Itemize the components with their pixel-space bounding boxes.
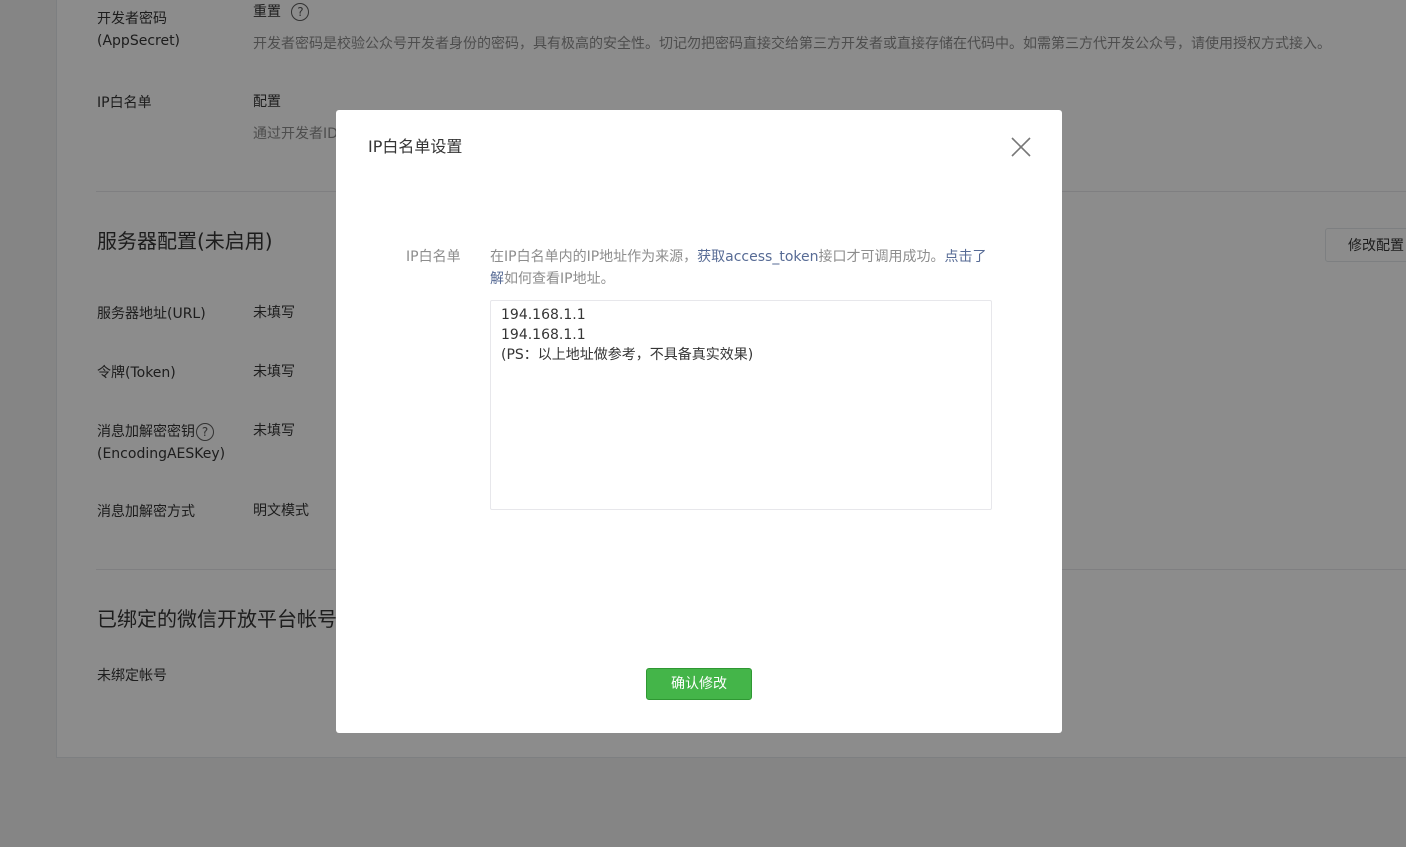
close-icon-svg bbox=[1011, 137, 1031, 157]
form-tips: 在IP白名单内的IP地址作为来源，获取access_token接口才可调用成功。… bbox=[490, 246, 990, 290]
close-icon[interactable] bbox=[1008, 134, 1034, 160]
confirm-button[interactable]: 确认修改 bbox=[646, 668, 752, 700]
access-token-link[interactable]: 获取access_token bbox=[697, 249, 818, 265]
form-label: IP白名单 bbox=[406, 249, 461, 265]
tips-text: 如何查看IP地址。 bbox=[504, 271, 615, 287]
ip-list-textarea[interactable]: 194.168.1.1 194.168.1.1 (PS：以上地址做参考，不具备真… bbox=[490, 300, 992, 510]
tips-text: 在IP白名单内的IP地址作为来源， bbox=[490, 249, 698, 265]
ip-whitelist-dialog: IP白名单设置 IP白名单 在IP白名单内的IP地址作为来源，获取access_… bbox=[336, 110, 1062, 733]
tips-text: 接口才可调用成功。 bbox=[818, 249, 945, 265]
dialog-title: IP白名单设置 bbox=[368, 137, 463, 156]
